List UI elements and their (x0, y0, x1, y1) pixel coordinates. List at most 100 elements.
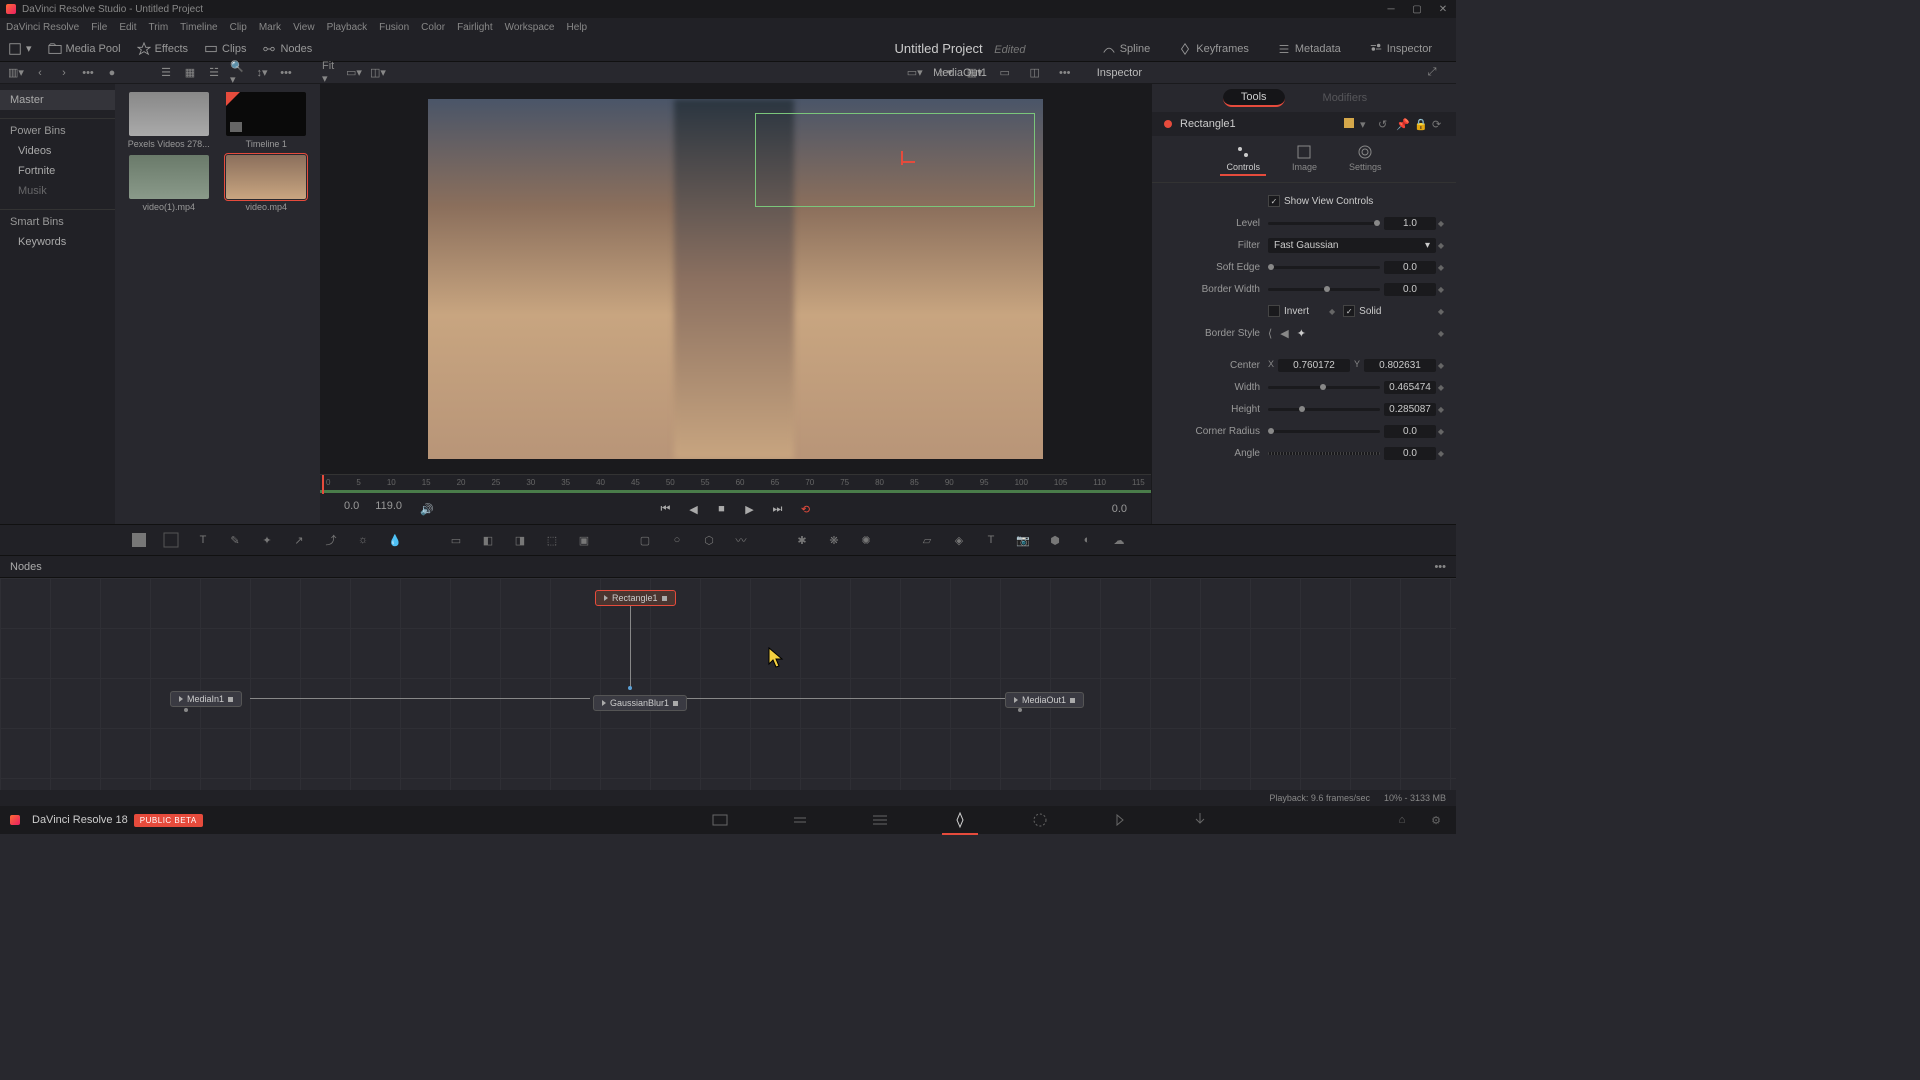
bin-musik[interactable]: Musik (0, 181, 115, 201)
crop-icon[interactable]: ▣ (575, 531, 593, 549)
keyframe-icon[interactable]: ◆ (1436, 263, 1446, 272)
version-icon[interactable] (1344, 118, 1354, 128)
bin-keywords[interactable]: Keywords (0, 232, 115, 252)
detail-view-icon[interactable]: ☱ (206, 65, 222, 81)
center-handle-icon[interactable] (895, 151, 911, 167)
menu-fusion[interactable]: Fusion (379, 22, 409, 33)
rectangle-overlay[interactable] (755, 113, 1035, 207)
menu-davinci[interactable]: DaVinci Resolve (6, 22, 79, 33)
solid-check[interactable]: ✓ (1343, 305, 1355, 317)
loop-button[interactable]: ⟲ (797, 500, 815, 518)
brightness-tool-icon[interactable]: ☼ (354, 531, 372, 549)
clip-thumb-selected[interactable]: video.mp4 (221, 155, 313, 212)
menu-help[interactable]: Help (566, 22, 587, 33)
invert-check[interactable] (1268, 305, 1280, 317)
sort-icon[interactable]: ↕▾ (254, 65, 270, 81)
borderwidth-slider[interactable] (1268, 288, 1380, 291)
media-pool-button[interactable]: Media Pool (48, 42, 121, 56)
next-icon[interactable]: › (56, 65, 72, 81)
home-icon[interactable]: ⌂ (1392, 810, 1412, 830)
color-picker-icon[interactable]: ▭▾ (907, 65, 923, 81)
fit-dropdown[interactable]: Fit ▾ (322, 65, 338, 81)
stop-button[interactable]: ■ (713, 500, 731, 518)
fastnoise-tool-icon[interactable] (162, 531, 180, 549)
softedge-slider[interactable] (1268, 266, 1380, 269)
panel-layout-icon[interactable]: ▥▾ (8, 65, 24, 81)
node-graph[interactable]: Rectangle1 MediaIn1 GaussianBlur1 MediaO… (0, 578, 1456, 790)
keyframe-icon[interactable]: ◆ (1436, 329, 1446, 338)
menu-trim[interactable]: Trim (149, 22, 169, 33)
shape3d-icon[interactable]: ◈ (950, 531, 968, 549)
rectangle-mask-icon[interactable]: ▢ (636, 531, 654, 549)
keyframe-icon[interactable]: ◆ (1436, 449, 1446, 458)
channel-bool-icon[interactable]: ◨ (511, 531, 529, 549)
dual-view-icon[interactable]: ◫ (1027, 65, 1043, 81)
layout-dropdown[interactable]: ▾ (8, 42, 32, 56)
subtab-image[interactable]: Image (1286, 142, 1323, 176)
merge3d-icon[interactable]: ⬢ (1046, 531, 1064, 549)
keyframe-icon[interactable]: ◆ (1436, 307, 1446, 316)
subtab-settings[interactable]: Settings (1343, 142, 1388, 176)
power-bins-header[interactable]: Power Bins (0, 118, 115, 141)
width-value[interactable]: 0.465474 (1384, 381, 1436, 394)
blur-tool-icon[interactable]: 💧 (386, 531, 404, 549)
keyframe-icon[interactable]: ◆ (1436, 241, 1446, 250)
tab-modifiers[interactable]: Modifiers (1305, 90, 1386, 106)
softedge-value[interactable]: 0.0 (1384, 261, 1436, 274)
show-view-check[interactable]: ✓ (1268, 195, 1280, 207)
menu-edit[interactable]: Edit (119, 22, 136, 33)
ellipse-mask-icon[interactable]: ○ (668, 531, 686, 549)
viewer-canvas[interactable] (320, 84, 1151, 474)
more-icon[interactable]: ••• (80, 65, 96, 81)
node-dropdown-icon[interactable]: ▾ (1360, 118, 1372, 130)
inspector-button[interactable]: Inspector (1369, 42, 1432, 56)
smart-bins-header[interactable]: Smart Bins (0, 209, 115, 232)
maximize-button[interactable]: ▢ (1410, 2, 1424, 16)
paint-tool-icon[interactable]: ✎ (226, 531, 244, 549)
particle-emitter-icon[interactable]: ✱ (793, 531, 811, 549)
renderer3d-icon[interactable]: ☁ (1110, 531, 1128, 549)
menu-view[interactable]: View (293, 22, 315, 33)
node-mediaout[interactable]: MediaOut1 (1005, 692, 1084, 708)
keyframe-icon[interactable]: ◆ (1436, 405, 1446, 414)
menu-workspace[interactable]: Workspace (505, 22, 555, 33)
camera3d-icon[interactable]: 📷 (1014, 531, 1032, 549)
light-icon[interactable]: ◐ (1078, 531, 1096, 549)
record-icon[interactable]: ● (104, 65, 120, 81)
polygon-mask-icon[interactable]: ⬡ (700, 531, 718, 549)
merge-tool-icon[interactable]: ⤴ (322, 531, 340, 549)
clips-button[interactable]: Clips (204, 42, 246, 56)
angle-dial[interactable] (1268, 452, 1380, 455)
settings-icon[interactable]: ⚙ (1426, 810, 1446, 830)
borderwidth-value[interactable]: 0.0 (1384, 283, 1436, 296)
level-value[interactable]: 1.0 (1384, 217, 1436, 230)
menu-file[interactable]: File (91, 22, 107, 33)
keyframes-button[interactable]: Keyframes (1178, 42, 1249, 56)
prev-icon[interactable]: ‹ (32, 65, 48, 81)
view-mode-icon[interactable]: ▭▾ (346, 65, 362, 81)
menu-mark[interactable]: Mark (259, 22, 281, 33)
menu-playback[interactable]: Playback (327, 22, 368, 33)
menu-fairlight[interactable]: Fairlight (457, 22, 493, 33)
tab-tools[interactable]: Tools (1223, 89, 1285, 107)
keyframe-icon[interactable]: ◆ (1436, 219, 1446, 228)
filter-select[interactable]: Fast Gaussian▾ (1268, 238, 1436, 253)
lock-icon[interactable]: 🔒 (1414, 118, 1426, 130)
play-button[interactable]: ▶ (741, 500, 759, 518)
bin-fortnite[interactable]: Fortnite (0, 161, 115, 181)
clip-thumb[interactable]: Timeline 1 (221, 92, 313, 149)
height-slider[interactable] (1268, 408, 1380, 411)
subtab-controls[interactable]: Controls (1220, 142, 1266, 176)
keyframe-icon[interactable]: ◆ (1436, 383, 1446, 392)
image-plane-icon[interactable]: ▱ (918, 531, 936, 549)
matte-control-icon[interactable]: ◧ (479, 531, 497, 549)
close-button[interactable]: ✕ (1436, 2, 1450, 16)
corner-value[interactable]: 0.0 (1384, 425, 1436, 438)
border-style-1[interactable]: ⟨ (1268, 327, 1272, 340)
grid-view-icon[interactable]: ▦ (182, 65, 198, 81)
prev-frame-button[interactable]: ◀ (685, 500, 703, 518)
effects-button[interactable]: Effects (137, 42, 188, 56)
minimize-button[interactable]: ─ (1384, 2, 1398, 16)
keyframe-icon[interactable]: ◆ (1436, 361, 1446, 370)
menu-color[interactable]: Color (421, 22, 445, 33)
